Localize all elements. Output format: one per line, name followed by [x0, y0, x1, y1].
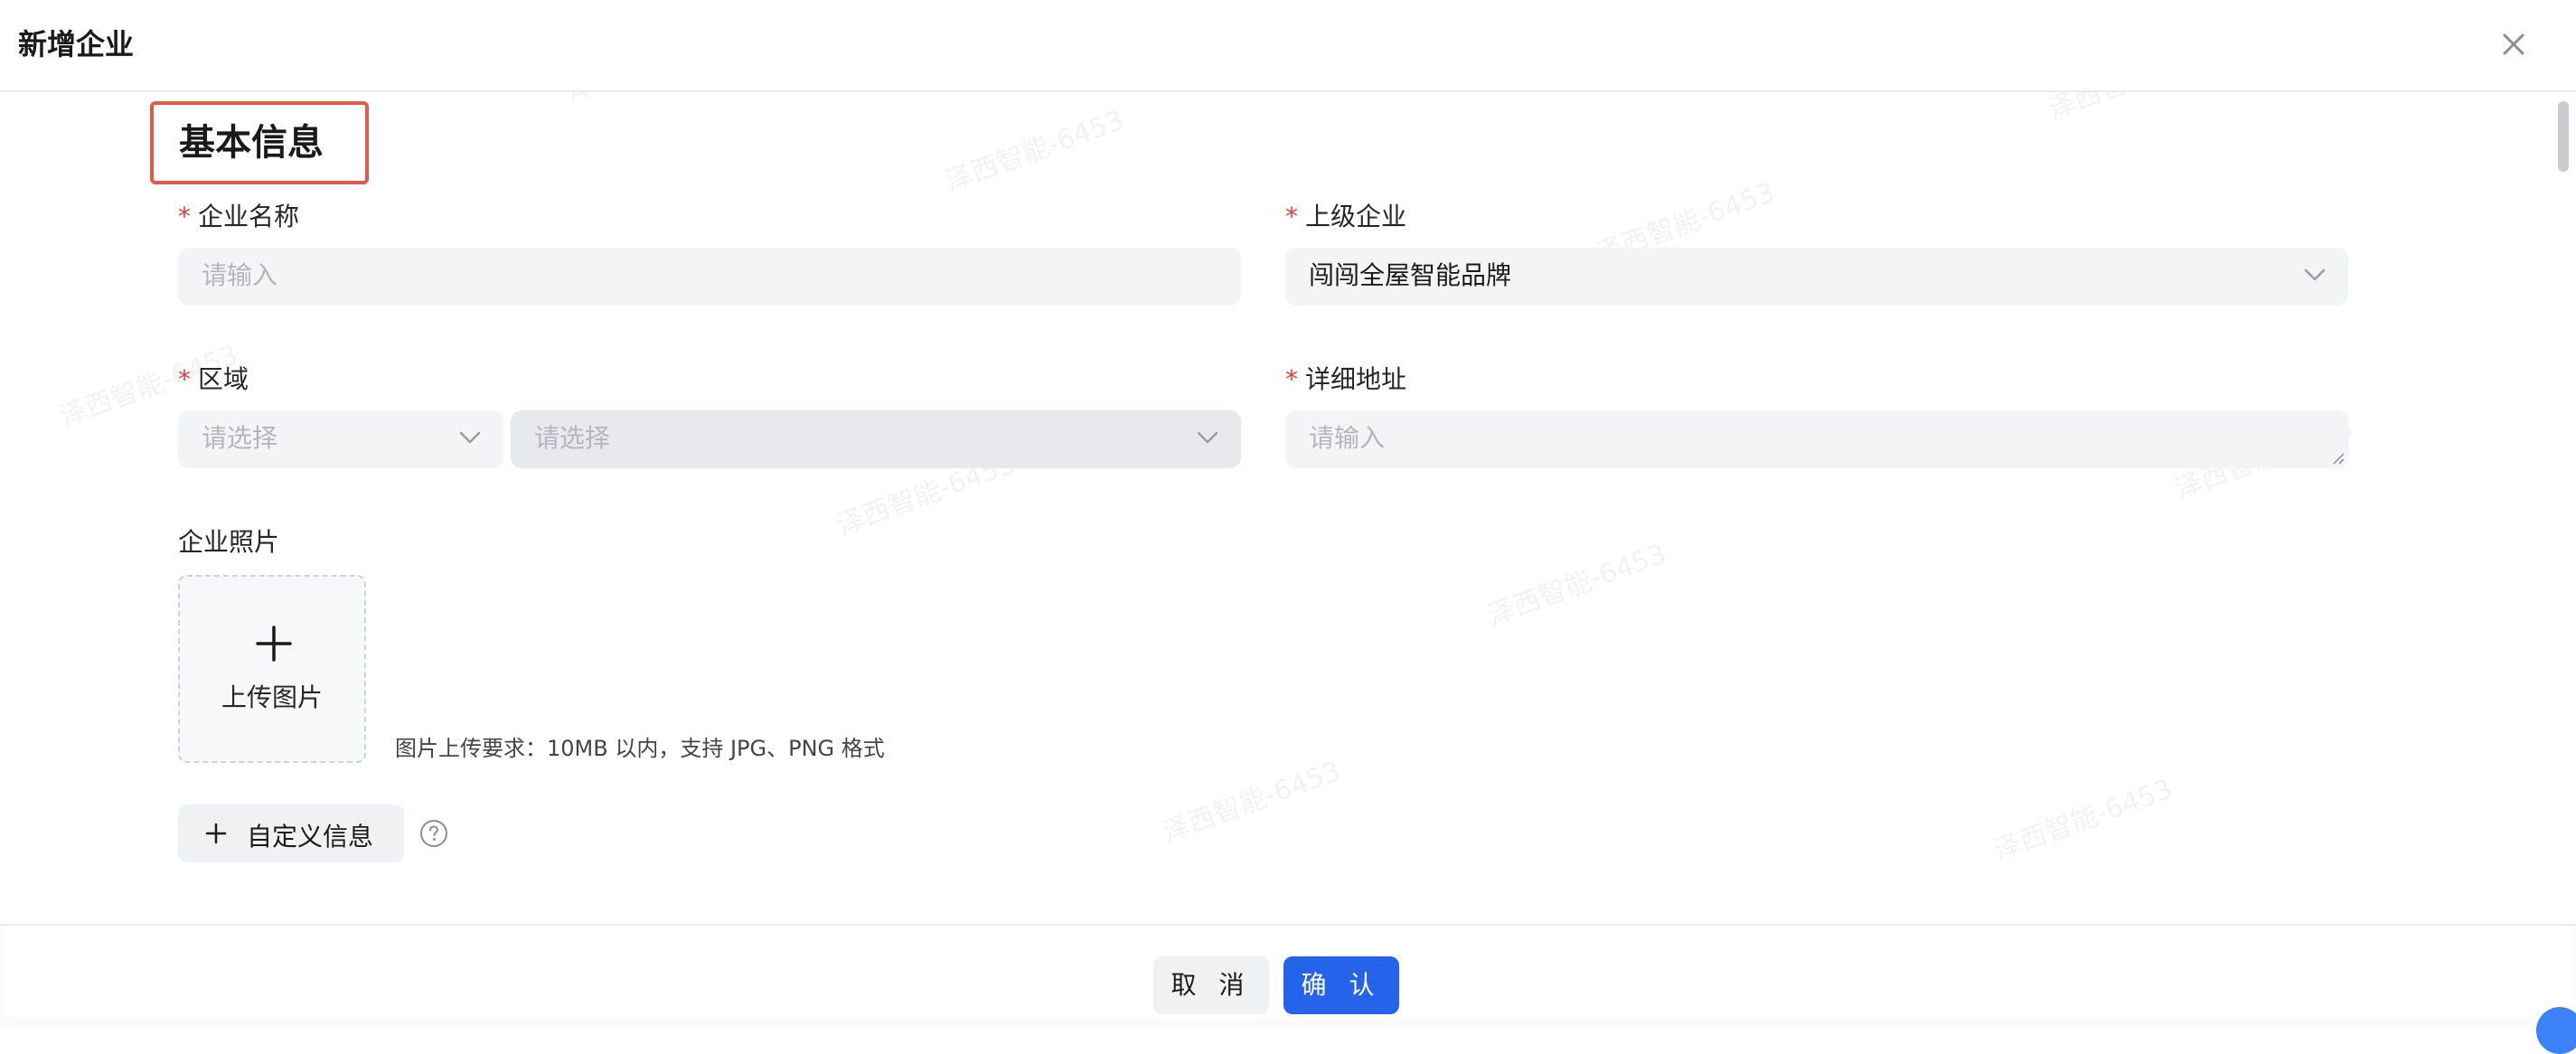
parent-company-select[interactable]: 闯闯全屋智能品牌 [1285, 248, 2348, 306]
close-icon[interactable] [2493, 24, 2534, 65]
upload-image-button[interactable]: 上传图片 [178, 575, 366, 763]
section-title-basic-info: 基本信息 [150, 101, 369, 184]
parent-company-label: * 上级企业 [1285, 202, 1407, 231]
region-label: * 区域 [178, 364, 249, 394]
province-select[interactable]: 请选择 [178, 410, 503, 468]
company-name-label: * 企业名称 [178, 202, 300, 231]
floating-assistant-button[interactable] [2536, 1007, 2576, 1054]
scrollbar-track[interactable] [2551, 96, 2572, 924]
watermark: 泽西智能-6453 [559, 92, 749, 108]
watermark: 泽西智能-6453 [1158, 755, 1346, 850]
plus-icon [205, 823, 227, 844]
required-mark: * [178, 364, 191, 394]
dialog-footer: 取 消 确 认 [0, 924, 2576, 1025]
custom-info-label: 自定义信息 [247, 822, 374, 852]
custom-info-button[interactable]: 自定义信息 [178, 805, 404, 862]
city-select[interactable]: 请选择 [511, 410, 1241, 468]
watermark: 泽西智能-6453 [2042, 92, 2232, 127]
address-label: * 详细地址 [1285, 364, 1407, 394]
resize-grip-icon[interactable] [2330, 450, 2345, 465]
scrollbar-thumb[interactable] [2558, 101, 2569, 172]
company-name-input[interactable]: 请输入 [178, 248, 1241, 306]
address-textarea[interactable]: 请输入 [1285, 410, 2348, 468]
upload-hint: 图片上传要求：10MB 以内，支持 JPG、PNG 格式 [395, 736, 885, 761]
upload-image-label: 上传图片 [221, 682, 323, 712]
chevron-down-icon [458, 428, 482, 447]
confirm-button[interactable]: 确 认 [1283, 956, 1399, 1014]
dialog-header: 新增企业 [0, 0, 2576, 92]
chevron-down-icon [2303, 266, 2327, 284]
help-icon[interactable] [419, 819, 448, 848]
chevron-down-icon [1196, 428, 1219, 447]
watermark: 泽西智能-6453 [1989, 773, 2177, 868]
dialog-body: 泽西智能-6453 泽西智能-6453 泽西智能-6453 泽西智能-6453 … [0, 92, 2576, 924]
required-mark: * [1285, 202, 1298, 231]
photos-label: 企业照片 [178, 527, 280, 557]
plus-icon [254, 624, 294, 663]
required-mark: * [1285, 364, 1298, 394]
required-mark: * [178, 202, 191, 231]
cancel-button[interactable]: 取 消 [1153, 956, 1269, 1014]
dialog-title: 新增企业 [18, 27, 135, 61]
watermark: 泽西智能-6453 [941, 104, 1129, 199]
watermark: 泽西智能-6453 [1483, 538, 1671, 633]
